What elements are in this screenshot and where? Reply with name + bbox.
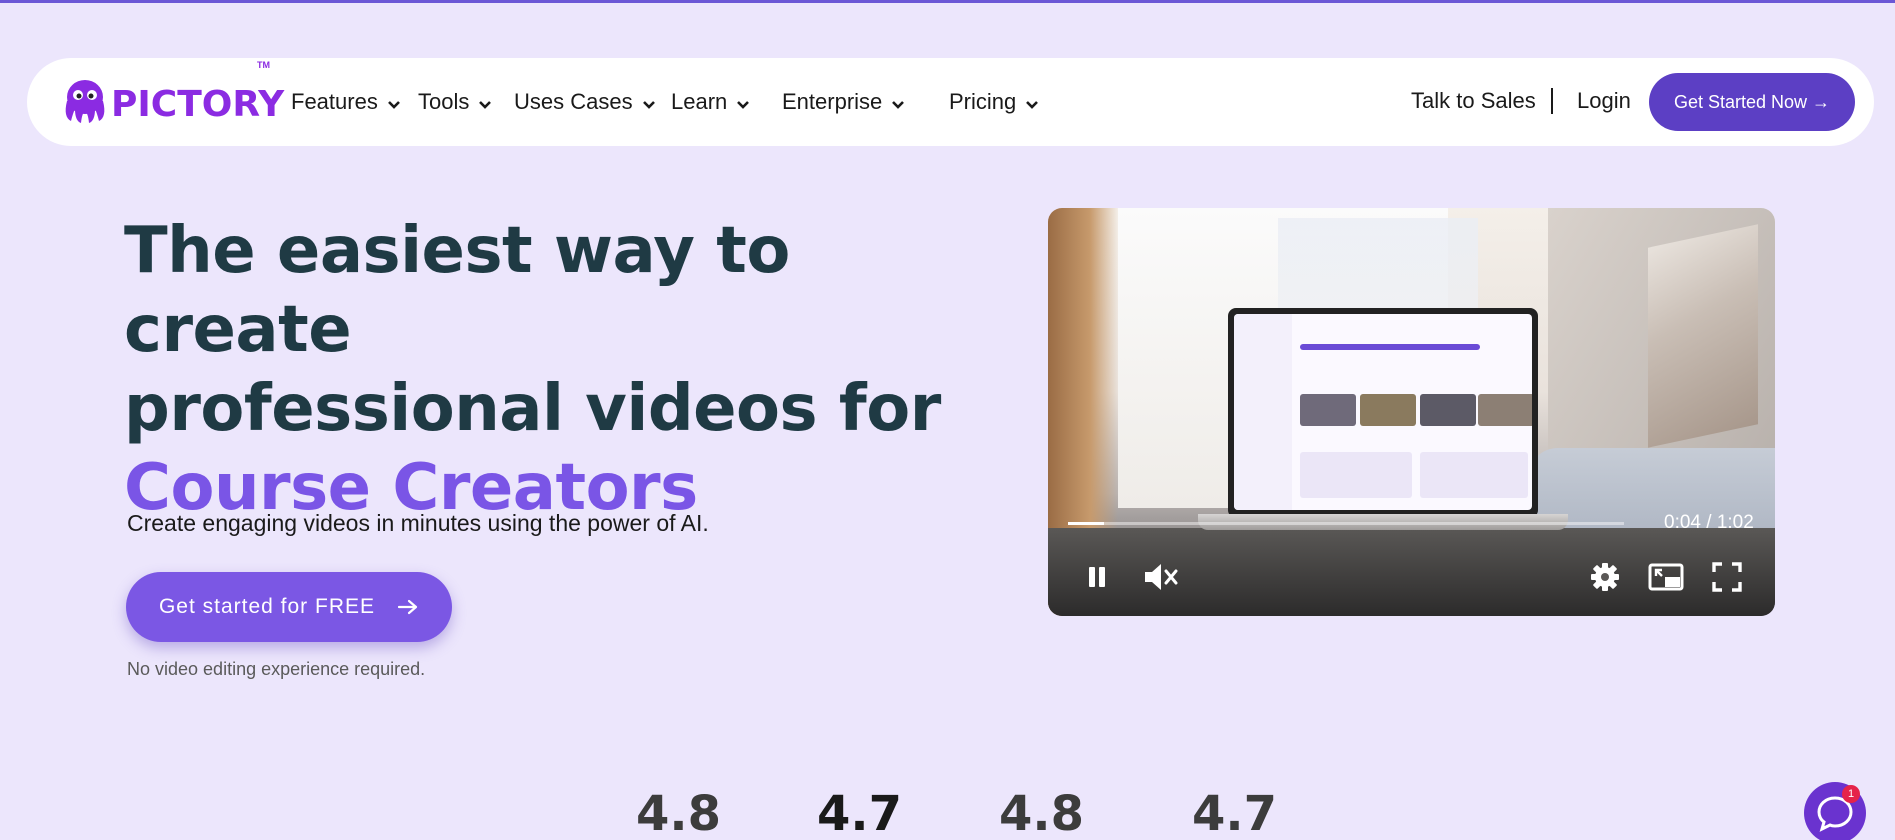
hero-title: The easiest way to create professional v… — [124, 212, 984, 528]
nav-learn[interactable]: Learn — [671, 88, 750, 116]
video-scene-artwork — [1648, 224, 1758, 448]
video-progress-bar[interactable] — [1068, 522, 1624, 525]
nav-features[interactable]: Features — [291, 88, 401, 116]
navbar: PICTORY TM Features Tools Uses Cases Lea… — [27, 58, 1874, 146]
rating-value: 4.7 — [1192, 786, 1278, 840]
laptop-screen-heading — [1300, 344, 1480, 350]
video-time: 0:04 / 1:02 — [1664, 512, 1754, 533]
picture-in-picture-icon[interactable] — [1648, 560, 1684, 594]
chat-notification-badge: 1 — [1842, 785, 1860, 803]
nav-enterprise[interactable]: Enterprise — [782, 88, 905, 116]
nav-label: Learn — [671, 89, 728, 114]
chevron-down-icon — [892, 101, 905, 109]
chevron-down-icon — [387, 101, 400, 109]
brand-name: PICTORY — [111, 83, 285, 125]
laptop-screen-card — [1420, 394, 1476, 426]
talk-to-sales-link[interactable]: Talk to Sales — [1411, 88, 1536, 114]
nav-tools[interactable]: Tools — [418, 88, 492, 116]
octopus-logo-icon — [65, 80, 105, 123]
laptop-screen-discover-card — [1420, 452, 1528, 498]
nav-label: Pricing — [949, 89, 1017, 114]
laptop-screen-discover-card — [1300, 452, 1412, 498]
get-started-free-button[interactable]: Get started for FREE — [126, 572, 452, 642]
mute-icon[interactable] — [1142, 560, 1180, 594]
nav-label: Features — [291, 89, 378, 114]
hero-subtitle: Create engaging videos in minutes using … — [127, 510, 709, 536]
rating-value: 4.7 — [817, 786, 903, 840]
nav-pricing[interactable]: Pricing — [949, 88, 1039, 116]
laptop-screen — [1234, 314, 1532, 510]
video-scene-laptop — [1228, 308, 1538, 518]
nav-label: Enterprise — [782, 89, 883, 114]
laptop-screen-card — [1360, 394, 1416, 426]
settings-icon[interactable] — [1588, 560, 1622, 594]
rating-value: 4.8 — [999, 786, 1085, 840]
get-started-now-button[interactable]: Get Started Now → — [1649, 73, 1855, 131]
video-progress-fill — [1068, 522, 1105, 525]
arrow-right-icon — [397, 599, 418, 615]
chevron-down-icon — [1026, 101, 1039, 109]
cta-label: Get started for FREE — [158, 595, 376, 618]
fullscreen-icon[interactable] — [1710, 560, 1744, 594]
trademark-mark: TM — [257, 60, 270, 70]
nav-divider — [1551, 88, 1553, 114]
pause-icon[interactable] — [1080, 560, 1114, 594]
laptop-screen-card — [1300, 394, 1356, 426]
brand-logo[interactable]: PICTORY — [61, 76, 284, 128]
chevron-down-icon — [642, 101, 655, 109]
rating-value: 4.8 — [636, 786, 722, 840]
hero-title-line-1: The easiest way to create — [124, 214, 790, 367]
laptop-screen-sidebar — [1234, 314, 1292, 510]
nav-label: Tools — [418, 89, 470, 114]
chevron-down-icon — [737, 101, 750, 109]
top-accent-line — [0, 0, 1895, 3]
chevron-down-icon — [479, 101, 492, 109]
laptop-screen-card — [1478, 394, 1532, 426]
login-link[interactable]: Login — [1577, 88, 1631, 114]
video-player[interactable]: 0:04 / 1:02 — [1048, 208, 1775, 616]
hero-title-line-2: professional videos for — [124, 372, 941, 446]
no-experience-note: No video editing experience required. — [127, 659, 426, 679]
nav-use-cases[interactable]: Uses Cases — [514, 88, 656, 116]
nav-label: Uses Cases — [514, 89, 633, 114]
